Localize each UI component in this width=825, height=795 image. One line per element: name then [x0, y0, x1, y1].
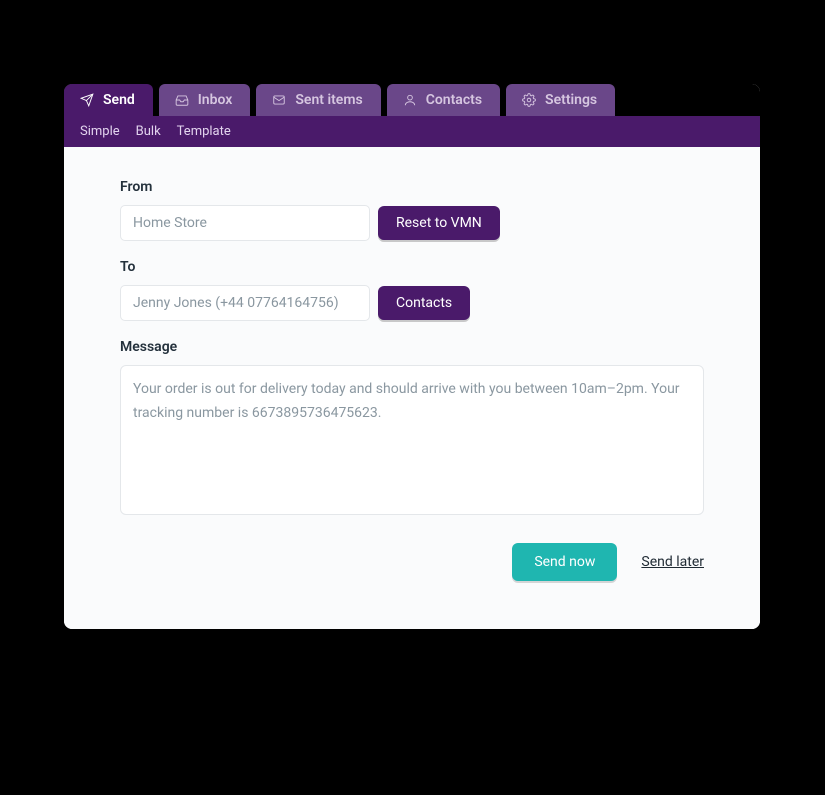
- tab-sent-items[interactable]: Sent items: [256, 84, 380, 116]
- sent-items-icon: [272, 93, 286, 107]
- form-panel: From Reset to VMN To Contacts Message Se…: [64, 147, 760, 629]
- message-field: Message: [120, 339, 704, 519]
- tab-inbox[interactable]: Inbox: [159, 84, 251, 116]
- subnav-template[interactable]: Template: [177, 124, 231, 139]
- main-tabs: Send Inbox Sent items Contacts Settings: [64, 84, 760, 116]
- from-input[interactable]: [120, 205, 370, 241]
- to-field: To Contacts: [120, 259, 704, 321]
- tab-send[interactable]: Send: [64, 84, 153, 116]
- subnav-simple[interactable]: Simple: [80, 124, 120, 139]
- from-row: Reset to VMN: [120, 205, 704, 241]
- subnav-bulk[interactable]: Bulk: [136, 124, 161, 139]
- from-field: From Reset to VMN: [120, 179, 704, 241]
- sub-navigation: Simple Bulk Template: [64, 116, 760, 147]
- tab-label: Contacts: [426, 92, 482, 108]
- tab-label: Sent items: [295, 92, 362, 108]
- send-now-button[interactable]: Send now: [512, 543, 617, 581]
- tab-contacts[interactable]: Contacts: [387, 84, 500, 116]
- form-actions: Send now Send later: [120, 543, 704, 581]
- send-later-link[interactable]: Send later: [641, 554, 704, 570]
- app-window: Send Inbox Sent items Contacts Settings: [64, 84, 760, 629]
- to-label: To: [120, 259, 704, 275]
- inbox-icon: [175, 93, 189, 107]
- to-input[interactable]: [120, 285, 370, 321]
- tab-settings[interactable]: Settings: [506, 84, 615, 116]
- message-textarea[interactable]: [120, 365, 704, 515]
- contacts-icon: [403, 93, 417, 107]
- send-icon: [80, 93, 94, 107]
- to-row: Contacts: [120, 285, 704, 321]
- tab-label: Send: [103, 92, 135, 108]
- message-label: Message: [120, 339, 704, 355]
- settings-icon: [522, 93, 536, 107]
- reset-vmn-button[interactable]: Reset to VMN: [378, 206, 500, 240]
- contacts-button[interactable]: Contacts: [378, 286, 470, 320]
- tab-label: Settings: [545, 92, 597, 108]
- from-label: From: [120, 179, 704, 195]
- tab-label: Inbox: [198, 92, 233, 108]
